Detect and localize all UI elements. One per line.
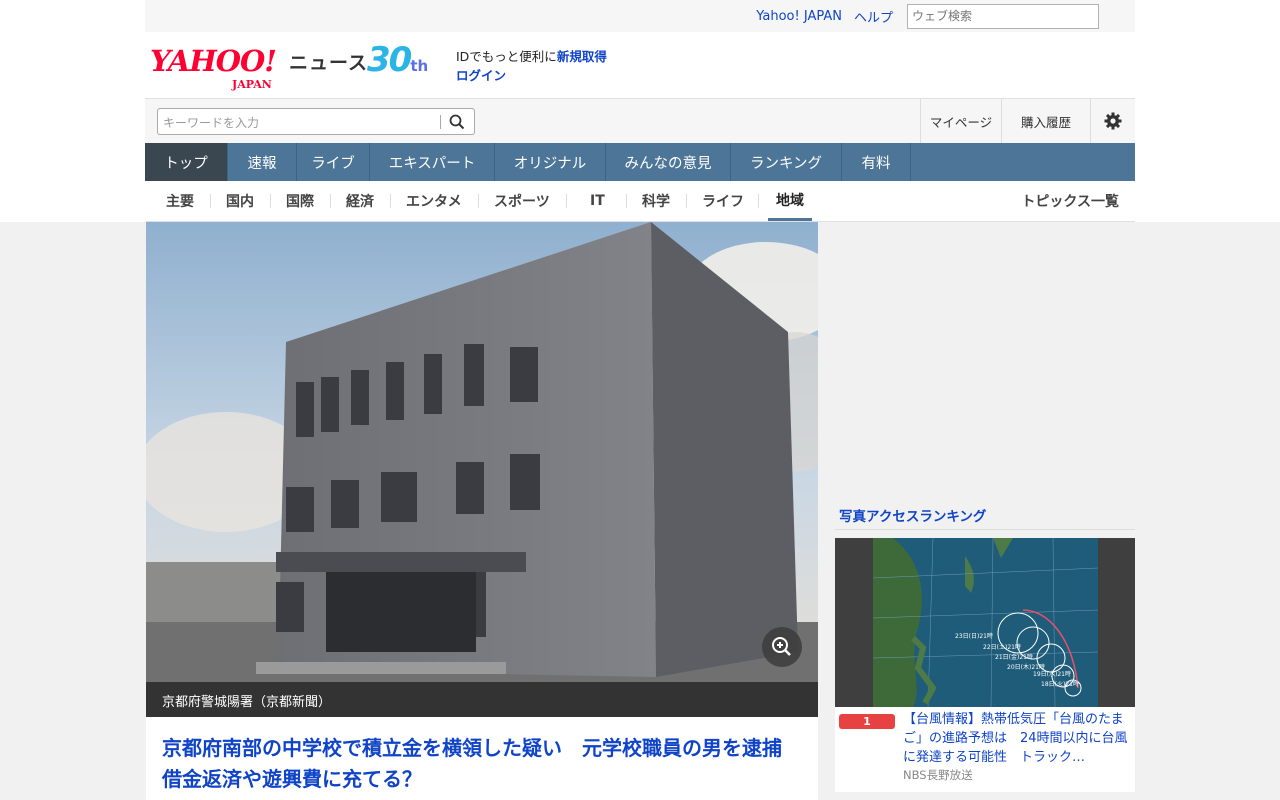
purchase-history-link[interactable]: 購入履歴 <box>1001 99 1090 143</box>
search-divider <box>440 115 441 129</box>
category-science[interactable]: 科学 <box>642 181 670 221</box>
signup-link[interactable]: 新規取得 <box>557 49 607 64</box>
typhoon-map: 23日(日)21時 22日(土)21時 21日(金)21時 20日(木)21時 … <box>873 538 1098 707</box>
ranking-item-title[interactable]: 【台風情報】熱帯低気圧「台風のたまご」の進路予想は 24時間以内に台風に発達する… <box>903 710 1131 767</box>
map-label: 21日(金)21時 <box>995 653 1033 661</box>
category-it[interactable]: IT <box>590 181 605 221</box>
category-nav: 主要 国内 国際 経済 エンタメ スポーツ IT 科学 ライフ 地域 トピックス… <box>145 181 1135 222</box>
tab-live[interactable]: ライブ <box>297 143 370 181</box>
help-link[interactable]: ヘルプ <box>854 7 893 26</box>
web-search-input[interactable] <box>907 3 1099 29</box>
article-headline[interactable]: 京都府南部の中学校で積立金を横領した疑い 元学校職員の男を逮捕 借金返済や遊興費… <box>146 717 818 800</box>
rank-number-badge: 1 <box>839 714 895 729</box>
map-label: 19日(水)21時 <box>1033 670 1071 678</box>
category-divider <box>210 194 211 208</box>
search-row: キーワードを入力 マイページ 購入履歴 <box>145 98 1135 143</box>
photo-caption: 京都府警城陽署（京都新聞） <box>146 682 818 717</box>
logo-wordmark: YAHOO! <box>150 44 277 78</box>
ranking-item-source: NBS長野放送 <box>903 768 973 782</box>
category-divider <box>390 194 391 208</box>
tab-top[interactable]: トップ <box>145 143 228 181</box>
category-world[interactable]: 国際 <box>286 181 314 221</box>
category-divider <box>626 194 627 208</box>
anniversary-suffix: th <box>410 57 429 75</box>
category-divider <box>686 194 687 208</box>
tab-opinion[interactable]: みんなの意見 <box>606 143 731 181</box>
category-local[interactable]: 地域 <box>768 181 812 221</box>
tab-expert[interactable]: エキスパート <box>370 143 495 181</box>
anniversary-number: 30 <box>367 40 412 80</box>
yahoo-logo[interactable]: YAHOO! JAPAN <box>150 44 277 91</box>
login-link[interactable]: ログイン <box>456 68 506 83</box>
topics-list-link[interactable]: トピックス一覧 <box>1021 181 1119 221</box>
tab-breaking[interactable]: 速報 <box>228 143 297 181</box>
sidebar-ad-space <box>835 222 1135 502</box>
keyword-search-box[interactable]: キーワードを入力 <box>157 108 475 135</box>
utility-bar: Yahoo! JAPAN ヘルプ <box>145 0 1135 32</box>
category-economy[interactable]: 経済 <box>346 181 374 221</box>
keyword-search-input[interactable]: キーワードを入力 <box>163 114 259 131</box>
category-divider <box>270 194 271 208</box>
map-label: 18日(火)21時 <box>1041 680 1079 688</box>
category-divider <box>478 194 479 208</box>
id-promo: IDでもっと便利に新規取得 ログイン <box>456 47 607 85</box>
photo-ranking-title[interactable]: 写真アクセスランキング <box>835 503 1135 530</box>
category-life[interactable]: ライフ <box>702 181 744 221</box>
site-name[interactable]: ニュース <box>289 48 368 75</box>
category-domestic[interactable]: 国内 <box>226 181 254 221</box>
gear-icon <box>1104 112 1122 130</box>
category-divider <box>758 194 759 208</box>
building-photo <box>146 222 818 682</box>
zoom-in-icon <box>772 637 791 656</box>
search-icon[interactable] <box>449 114 465 130</box>
account-links: マイページ 購入履歴 <box>920 99 1135 143</box>
map-label: 23日(日)21時 <box>955 632 993 640</box>
tab-ranking[interactable]: ランキング <box>731 143 842 181</box>
article-photo[interactable] <box>146 222 818 682</box>
category-entertainment[interactable]: エンタメ <box>406 181 462 221</box>
category-sports[interactable]: スポーツ <box>494 181 550 221</box>
map-label: 20日(木)21時 <box>1007 663 1045 671</box>
map-label: 22日(土)21時 <box>983 643 1021 651</box>
settings-button[interactable] <box>1090 99 1135 143</box>
mypage-link[interactable]: マイページ <box>920 99 1001 143</box>
ranking-thumbnail[interactable]: 23日(日)21時 22日(土)21時 21日(金)21時 20日(木)21時 … <box>835 538 1135 707</box>
tab-paid[interactable]: 有料 <box>842 143 911 181</box>
id-prompt: IDでもっと便利に <box>456 49 557 64</box>
category-divider <box>330 194 331 208</box>
anniversary-logo: 30th <box>367 40 428 80</box>
ranking-item[interactable]: 23日(日)21時 22日(土)21時 21日(金)21時 20日(木)21時 … <box>835 538 1135 792</box>
category-major[interactable]: 主要 <box>166 181 194 221</box>
masthead: YAHOO! JAPAN ニュース 30th IDでもっと便利に新規取得 ログイ… <box>145 32 1135 98</box>
yahoo-japan-link[interactable]: Yahoo! JAPAN <box>756 9 842 24</box>
logo-japan: JAPAN <box>232 78 272 91</box>
category-divider <box>566 194 567 208</box>
global-nav: トップ 速報 ライブ エキスパート オリジナル みんなの意見 ランキング 有料 <box>145 143 1135 181</box>
zoom-button[interactable] <box>762 627 802 667</box>
tab-original[interactable]: オリジナル <box>495 143 606 181</box>
